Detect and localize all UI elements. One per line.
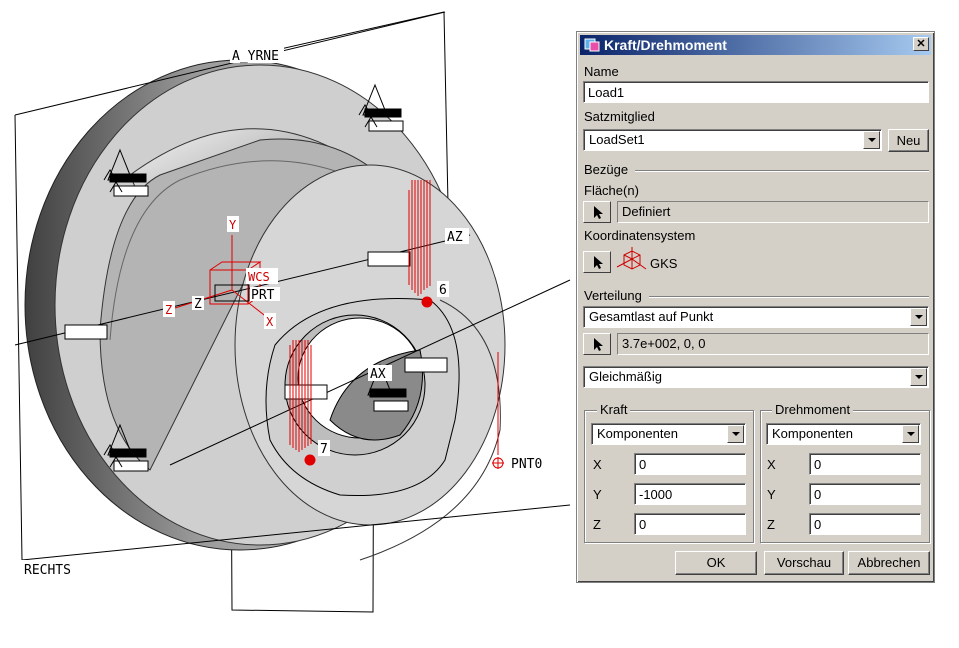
koordinatensystem-label: Koordinatensystem (584, 228, 696, 243)
verteilung-label: Verteilung (584, 288, 642, 303)
dialog-titlebar[interactable]: Kraft/Drehmoment ✕ (580, 35, 931, 55)
spatial-variation-value: Gleichmäßig (589, 369, 662, 384)
label-axis-ax: AX (370, 367, 386, 382)
distribution-value: Gesamtlast auf Punkt (589, 309, 714, 324)
satzmitglied-label: Satzmitglied (584, 109, 655, 124)
moment-x-label: X (767, 457, 776, 472)
name-input[interactable] (583, 81, 929, 103)
cad-viewport[interactable]: A̲YRNE RECHTS AZ AX WCS PRT Y Z Z X PNT0… (0, 0, 575, 648)
force-moment-dialog: Kraft/Drehmoment ✕ Name Satzmitglied Loa… (576, 31, 935, 583)
chevron-down-icon[interactable] (910, 368, 927, 386)
force-z-input[interactable] (634, 513, 746, 535)
label-right-plane: RECHTS (24, 563, 71, 578)
label-num-6: 6 (439, 283, 447, 298)
force-x-label: X (593, 457, 602, 472)
moment-x-input[interactable] (809, 453, 921, 475)
cursor-arrow-icon (594, 256, 603, 269)
moment-group-title: Drehmoment (772, 402, 854, 417)
label-y-axis: Y (229, 218, 237, 232)
label-pnt0: PNT0 (511, 457, 542, 472)
force-mode-value: Komponenten (597, 426, 678, 441)
bezuege-label: Bezüge (584, 162, 629, 177)
label-wcs: WCS (248, 270, 270, 284)
label-prt: PRT (251, 288, 275, 303)
moment-mode-value: Komponenten (772, 426, 853, 441)
ok-button[interactable]: OK (675, 551, 757, 575)
csys-cube-icon (616, 247, 647, 270)
close-button[interactable]: ✕ (913, 37, 929, 51)
force-y-input[interactable] (634, 483, 746, 505)
select-point-button[interactable] (583, 333, 611, 355)
loadset-combo[interactable]: LoadSet1 (583, 129, 882, 151)
label-z-axis-prt: Z (194, 297, 202, 312)
verteilung-separator (649, 296, 929, 298)
label-x-axis: X (266, 315, 274, 329)
force-z-label: Z (593, 517, 601, 532)
moment-mode-combo[interactable]: Komponenten (766, 423, 921, 445)
moment-y-label: Y (767, 487, 776, 502)
app-icon (584, 38, 600, 52)
chevron-down-icon[interactable] (910, 308, 927, 326)
cancel-button[interactable]: Abbrechen (848, 551, 930, 575)
chevron-down-icon[interactable] (863, 131, 880, 149)
dialog-title: Kraft/Drehmoment (604, 37, 727, 53)
name-label: Name (584, 64, 619, 79)
moment-y-input[interactable] (809, 483, 921, 505)
label-num-7: 7 (320, 442, 328, 457)
force-mode-combo[interactable]: Komponenten (591, 423, 746, 445)
force-x-input[interactable] (634, 453, 746, 475)
chevron-down-icon[interactable] (727, 425, 744, 443)
label-z-axis: Z (165, 303, 172, 317)
select-csys-button[interactable] (583, 251, 611, 273)
cursor-arrow-icon (594, 338, 603, 351)
chevron-down-icon[interactable] (902, 425, 919, 443)
distribution-combo[interactable]: Gesamtlast auf Punkt (583, 306, 929, 328)
new-loadset-button[interactable]: Neu (888, 129, 929, 152)
spatial-variation-combo[interactable]: Gleichmäßig (583, 366, 929, 388)
force-group-title: Kraft (597, 402, 631, 417)
moment-z-input[interactable] (809, 513, 921, 535)
bezuege-separator (635, 170, 929, 172)
csys-value: GKS (650, 256, 678, 271)
point-value: 3.7e+002, 0, 0 (617, 333, 929, 355)
flaechen-label: Fläche(n) (584, 183, 639, 198)
select-surface-button[interactable] (583, 201, 611, 223)
part-flange (24, 59, 506, 561)
surfaces-value: Definiert (617, 201, 929, 223)
cursor-arrow-icon (594, 206, 603, 219)
moment-z-label: Z (767, 517, 775, 532)
preview-button[interactable]: Vorschau (764, 551, 844, 575)
force-y-label: Y (593, 487, 602, 502)
label-axis-az: AZ (447, 230, 463, 245)
label-top-plane: A̲YRNE (232, 49, 279, 64)
loadset-value: LoadSet1 (589, 132, 645, 147)
